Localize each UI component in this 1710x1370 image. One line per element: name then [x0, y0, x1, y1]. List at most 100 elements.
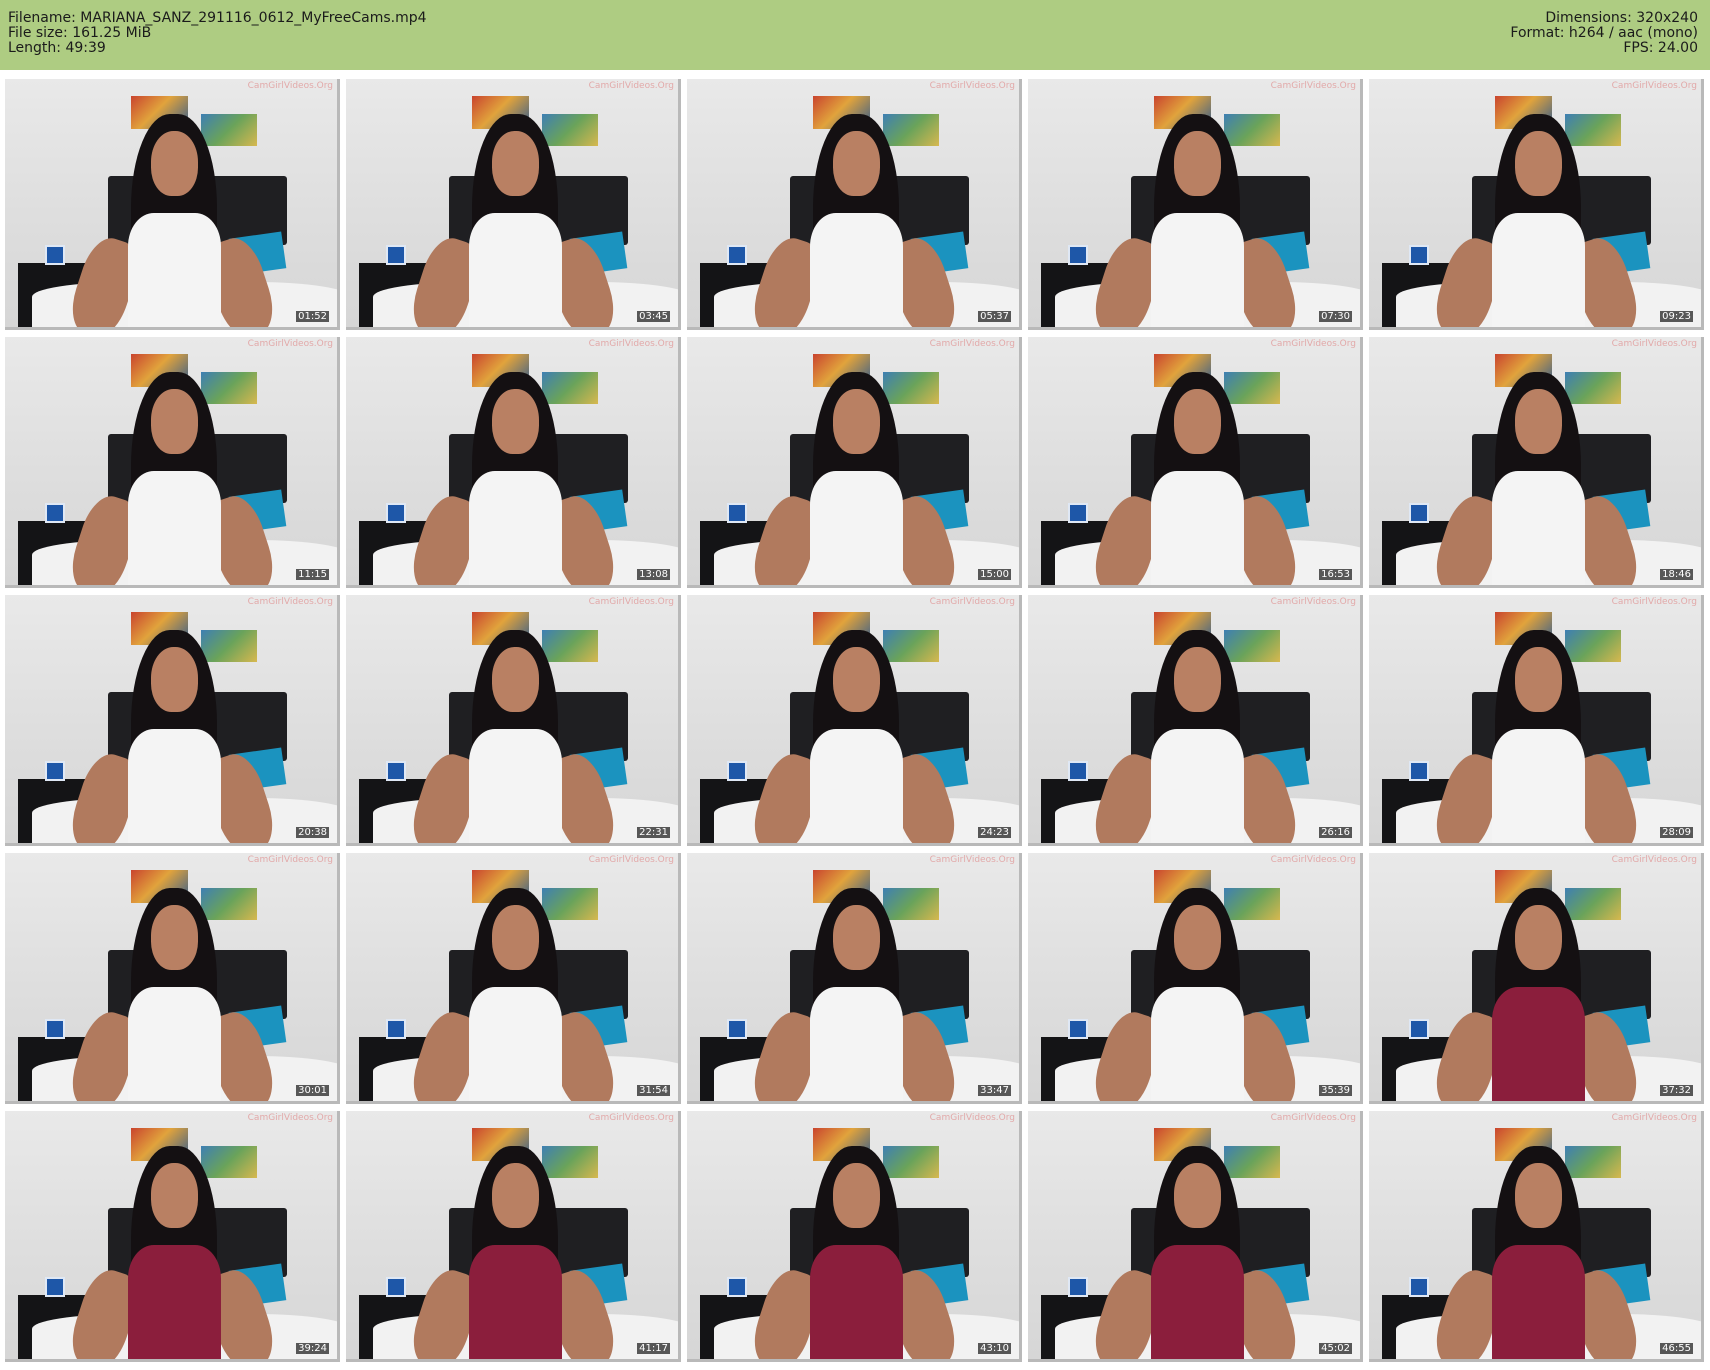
- timestamp-label: 18:46: [1660, 569, 1693, 580]
- watermark-text: CamGirlVideos.Org: [929, 81, 1015, 91]
- frame-poster2: [1564, 629, 1622, 662]
- thumbnail-frame: CamGirlVideos.Org 35:39: [1028, 853, 1363, 1104]
- info-header: Filename: MARIANA_SANZ_291116_0612_MyFre…: [0, 0, 1710, 70]
- timestamp-label: 45:02: [1319, 1343, 1352, 1354]
- frame-clock: [44, 503, 65, 523]
- frame-poster2: [1564, 887, 1622, 920]
- timestamp-label: 09:23: [1660, 311, 1693, 322]
- thumbnail-frame: CamGirlVideos.Org 30:01: [5, 853, 340, 1104]
- frame-face: [833, 647, 880, 712]
- watermark-text: CamGirlVideos.Org: [247, 855, 333, 865]
- frame-image: [1028, 853, 1360, 1101]
- timestamp-label: 35:39: [1319, 1085, 1352, 1096]
- frame-face: [833, 389, 880, 454]
- watermark-text: CamGirlVideos.Org: [1270, 339, 1356, 349]
- filename-text: Filename: MARIANA_SANZ_291116_0612_MyFre…: [8, 10, 427, 26]
- frame-top: [127, 728, 221, 843]
- frame-image: [5, 337, 337, 585]
- frame-top: [468, 212, 562, 327]
- timestamp-label: 26:16: [1319, 827, 1352, 838]
- frame-poster2: [200, 371, 258, 404]
- format-text: Format: h264 / aac (mono): [1510, 25, 1698, 41]
- timestamp-label: 46:55: [1660, 1343, 1693, 1354]
- frame-top: [468, 470, 562, 585]
- length-text: Length: 49:39: [8, 40, 106, 56]
- frame-top: [1150, 728, 1244, 843]
- timestamp-label: 20:38: [296, 827, 329, 838]
- frame-face: [1515, 389, 1562, 454]
- frame-image: [687, 853, 1019, 1101]
- frame-poster2: [541, 371, 599, 404]
- frame-image: [687, 337, 1019, 585]
- watermark-text: CamGirlVideos.Org: [929, 1113, 1015, 1123]
- watermark-text: CamGirlVideos.Org: [588, 81, 674, 91]
- thumbnail-frame: CamGirlVideos.Org 41:17: [346, 1111, 681, 1362]
- frame-image: [1028, 595, 1360, 843]
- thumbnail-frame: CamGirlVideos.Org 43:10: [687, 1111, 1022, 1362]
- thumbnail-frame: CamGirlVideos.Org 45:02: [1028, 1111, 1363, 1362]
- thumbnail-frame: CamGirlVideos.Org 01:52: [5, 79, 340, 330]
- frame-image: [1369, 1111, 1701, 1359]
- frame-top: [1150, 470, 1244, 585]
- thumbnail-frame: CamGirlVideos.Org 28:09: [1369, 595, 1704, 846]
- thumbnail-frame: CamGirlVideos.Org 11:15: [5, 337, 340, 588]
- frame-poster2: [1223, 629, 1281, 662]
- frame-poster2: [882, 113, 940, 146]
- contact-sheet: Filename: MARIANA_SANZ_291116_0612_MyFre…: [0, 0, 1710, 1370]
- thumbnail-frame: CamGirlVideos.Org 46:55: [1369, 1111, 1704, 1362]
- frame-clock: [1067, 1277, 1088, 1297]
- frame-top: [127, 212, 221, 327]
- watermark-text: CamGirlVideos.Org: [1270, 597, 1356, 607]
- frame-poster2: [1564, 1145, 1622, 1178]
- frame-face: [1174, 131, 1221, 196]
- frame-face: [151, 1163, 198, 1228]
- frame-poster2: [541, 113, 599, 146]
- timestamp-label: 11:15: [296, 569, 329, 580]
- frame-image: [346, 1111, 678, 1359]
- frame-top: [809, 470, 903, 585]
- frame-clock: [1408, 761, 1429, 781]
- frame-top: [1150, 986, 1244, 1101]
- frame-image: [1369, 595, 1701, 843]
- frame-image: [5, 1111, 337, 1359]
- frame-clock: [385, 761, 406, 781]
- timestamp-label: 39:24: [296, 1343, 329, 1354]
- thumbnail-frame: CamGirlVideos.Org 33:47: [687, 853, 1022, 1104]
- frame-clock: [44, 761, 65, 781]
- thumbnail-frame: CamGirlVideos.Org 26:16: [1028, 595, 1363, 846]
- frame-poster2: [1223, 1145, 1281, 1178]
- thumbnail-frame: CamGirlVideos.Org 22:31: [346, 595, 681, 846]
- frame-face: [1174, 905, 1221, 970]
- frame-top: [127, 1244, 221, 1359]
- file-size-text: File size: 161.25 MiB: [8, 25, 152, 41]
- frame-face: [833, 131, 880, 196]
- frame-clock: [385, 1019, 406, 1039]
- frame-top: [1150, 1244, 1244, 1359]
- timestamp-label: 07:30: [1319, 311, 1352, 322]
- thumbnail-frame: CamGirlVideos.Org 09:23: [1369, 79, 1704, 330]
- frame-clock: [1408, 1277, 1429, 1297]
- frame-image: [1369, 79, 1701, 327]
- frame-poster2: [882, 629, 940, 662]
- frame-face: [151, 131, 198, 196]
- frame-clock: [385, 503, 406, 523]
- frame-face: [1515, 131, 1562, 196]
- frame-face: [492, 647, 539, 712]
- frame-image: [5, 79, 337, 327]
- frame-top: [809, 728, 903, 843]
- frame-face: [1174, 1163, 1221, 1228]
- thumbnail-frame: CamGirlVideos.Org 37:32: [1369, 853, 1704, 1104]
- frame-face: [1515, 905, 1562, 970]
- frame-image: [687, 1111, 1019, 1359]
- thumbnail-frame: CamGirlVideos.Org 31:54: [346, 853, 681, 1104]
- frame-top: [468, 728, 562, 843]
- watermark-text: CamGirlVideos.Org: [1270, 1113, 1356, 1123]
- frame-clock: [1067, 245, 1088, 265]
- watermark-text: CamGirlVideos.Org: [1611, 339, 1697, 349]
- frame-top: [809, 1244, 903, 1359]
- frame-clock: [1067, 1019, 1088, 1039]
- frame-clock: [1408, 1019, 1429, 1039]
- frame-top: [1491, 986, 1585, 1101]
- watermark-text: CamGirlVideos.Org: [588, 1113, 674, 1123]
- timestamp-label: 33:47: [978, 1085, 1011, 1096]
